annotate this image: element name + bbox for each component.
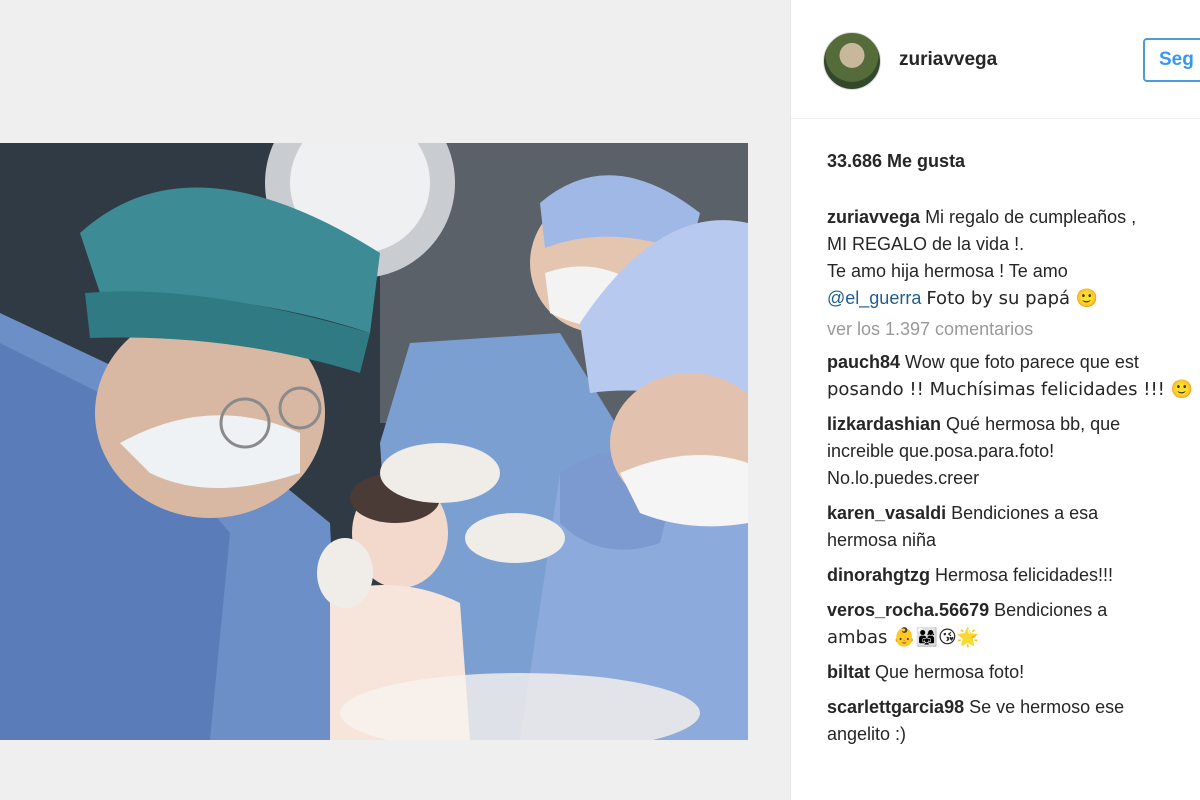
caption-tail: Foto by su papá 🙂 <box>926 288 1099 309</box>
comment-text-line-1: Hermosa felicidades!!! <box>934 565 1114 585</box>
caption-author[interactable]: zuriavvega <box>827 207 920 227</box>
caption-line-4: @el_guerra Foto by su papá 🙂 <box>827 285 1200 312</box>
post-side-panel: zuriavvega Seg 33.686 Me gusta zuriavveg… <box>790 0 1200 800</box>
caption-line-3: Te amo hija hermosa ! Te amo <box>827 261 1068 281</box>
caption-line-2: MI REGALO de la vida !. <box>827 234 1025 254</box>
comment-item: pauch84 Wow que foto parece que est posan… <box>827 349 1200 403</box>
comment-author[interactable]: biltat <box>827 662 870 682</box>
comment-author[interactable]: lizkardashian <box>827 414 941 434</box>
comment-author[interactable]: scarlettgarcia98 <box>827 697 964 717</box>
caption-line-1: Mi regalo de cumpleaños , <box>925 207 1137 227</box>
comment-text-line-2: angelito :) <box>827 724 907 744</box>
photo-illustration <box>0 143 748 740</box>
comment-text-line-1: Que hermosa foto! <box>875 662 1025 682</box>
comment-item: scarlettgarcia98 Se ve hermoso ese angeli… <box>827 694 1200 748</box>
comment-item: lizkardashian Qué hermosa bb, que increib… <box>827 411 1200 492</box>
avatar[interactable] <box>823 32 881 90</box>
comment-author[interactable]: veros_rocha.56679 <box>827 600 989 620</box>
comment-item: dinorahgtzg Hermosa felicidades!!! <box>827 562 1200 589</box>
comment-text-line-1: Wow que foto parece que est <box>905 352 1139 372</box>
profile-username[interactable]: zuriavvega <box>899 49 997 71</box>
comment-author[interactable]: karen_vasaldi <box>827 503 946 523</box>
comment-item: karen_vasaldi Bendiciones a esa hermosa n… <box>827 500 1200 554</box>
caption-mention[interactable]: @el_guerra <box>827 288 921 308</box>
comment-text-line-2: ambas 👶👨‍👩‍👧😘🌟 <box>827 627 980 648</box>
comment-text-line-3: No.lo.puedes.creer <box>827 468 980 488</box>
comment-item: biltat Que hermosa foto! <box>827 659 1200 686</box>
like-count[interactable]: 33.686 Me gusta <box>827 151 965 172</box>
media-pane <box>0 0 790 800</box>
comment-text-line-1: Se ve hermoso ese <box>969 697 1125 717</box>
post-header: zuriavvega Seg <box>791 0 1200 119</box>
post-caption: zuriavvega Mi regalo de cumpleaños , MI R… <box>827 204 1200 312</box>
view-all-comments-link[interactable]: ver los 1.397 comentarios <box>827 316 1200 343</box>
comment-item: veros_rocha.56679 Bendiciones a ambas 👶👨‍… <box>827 597 1200 651</box>
follow-button[interactable]: Seg <box>1143 38 1200 82</box>
comment-text-line-1: Qué hermosa bb, que <box>946 414 1121 434</box>
comment-text-line-1: Bendiciones a <box>994 600 1108 620</box>
comment-text-line-1: Bendiciones a esa <box>951 503 1099 523</box>
comment-author[interactable]: dinorahgtzg <box>827 565 930 585</box>
comment-text-line-2: hermosa niña <box>827 530 937 550</box>
comment-author[interactable]: pauch84 <box>827 352 900 372</box>
comment-text-line-2: posando !! Muchísimas felicidades !!! 🙂 <box>827 379 1194 400</box>
post-photo[interactable] <box>0 143 748 740</box>
comment-text-line-2: increible que.posa.para.foto! <box>827 441 1055 461</box>
comment-list: zuriavvega Mi regalo de cumpleaños , MI R… <box>827 204 1200 756</box>
